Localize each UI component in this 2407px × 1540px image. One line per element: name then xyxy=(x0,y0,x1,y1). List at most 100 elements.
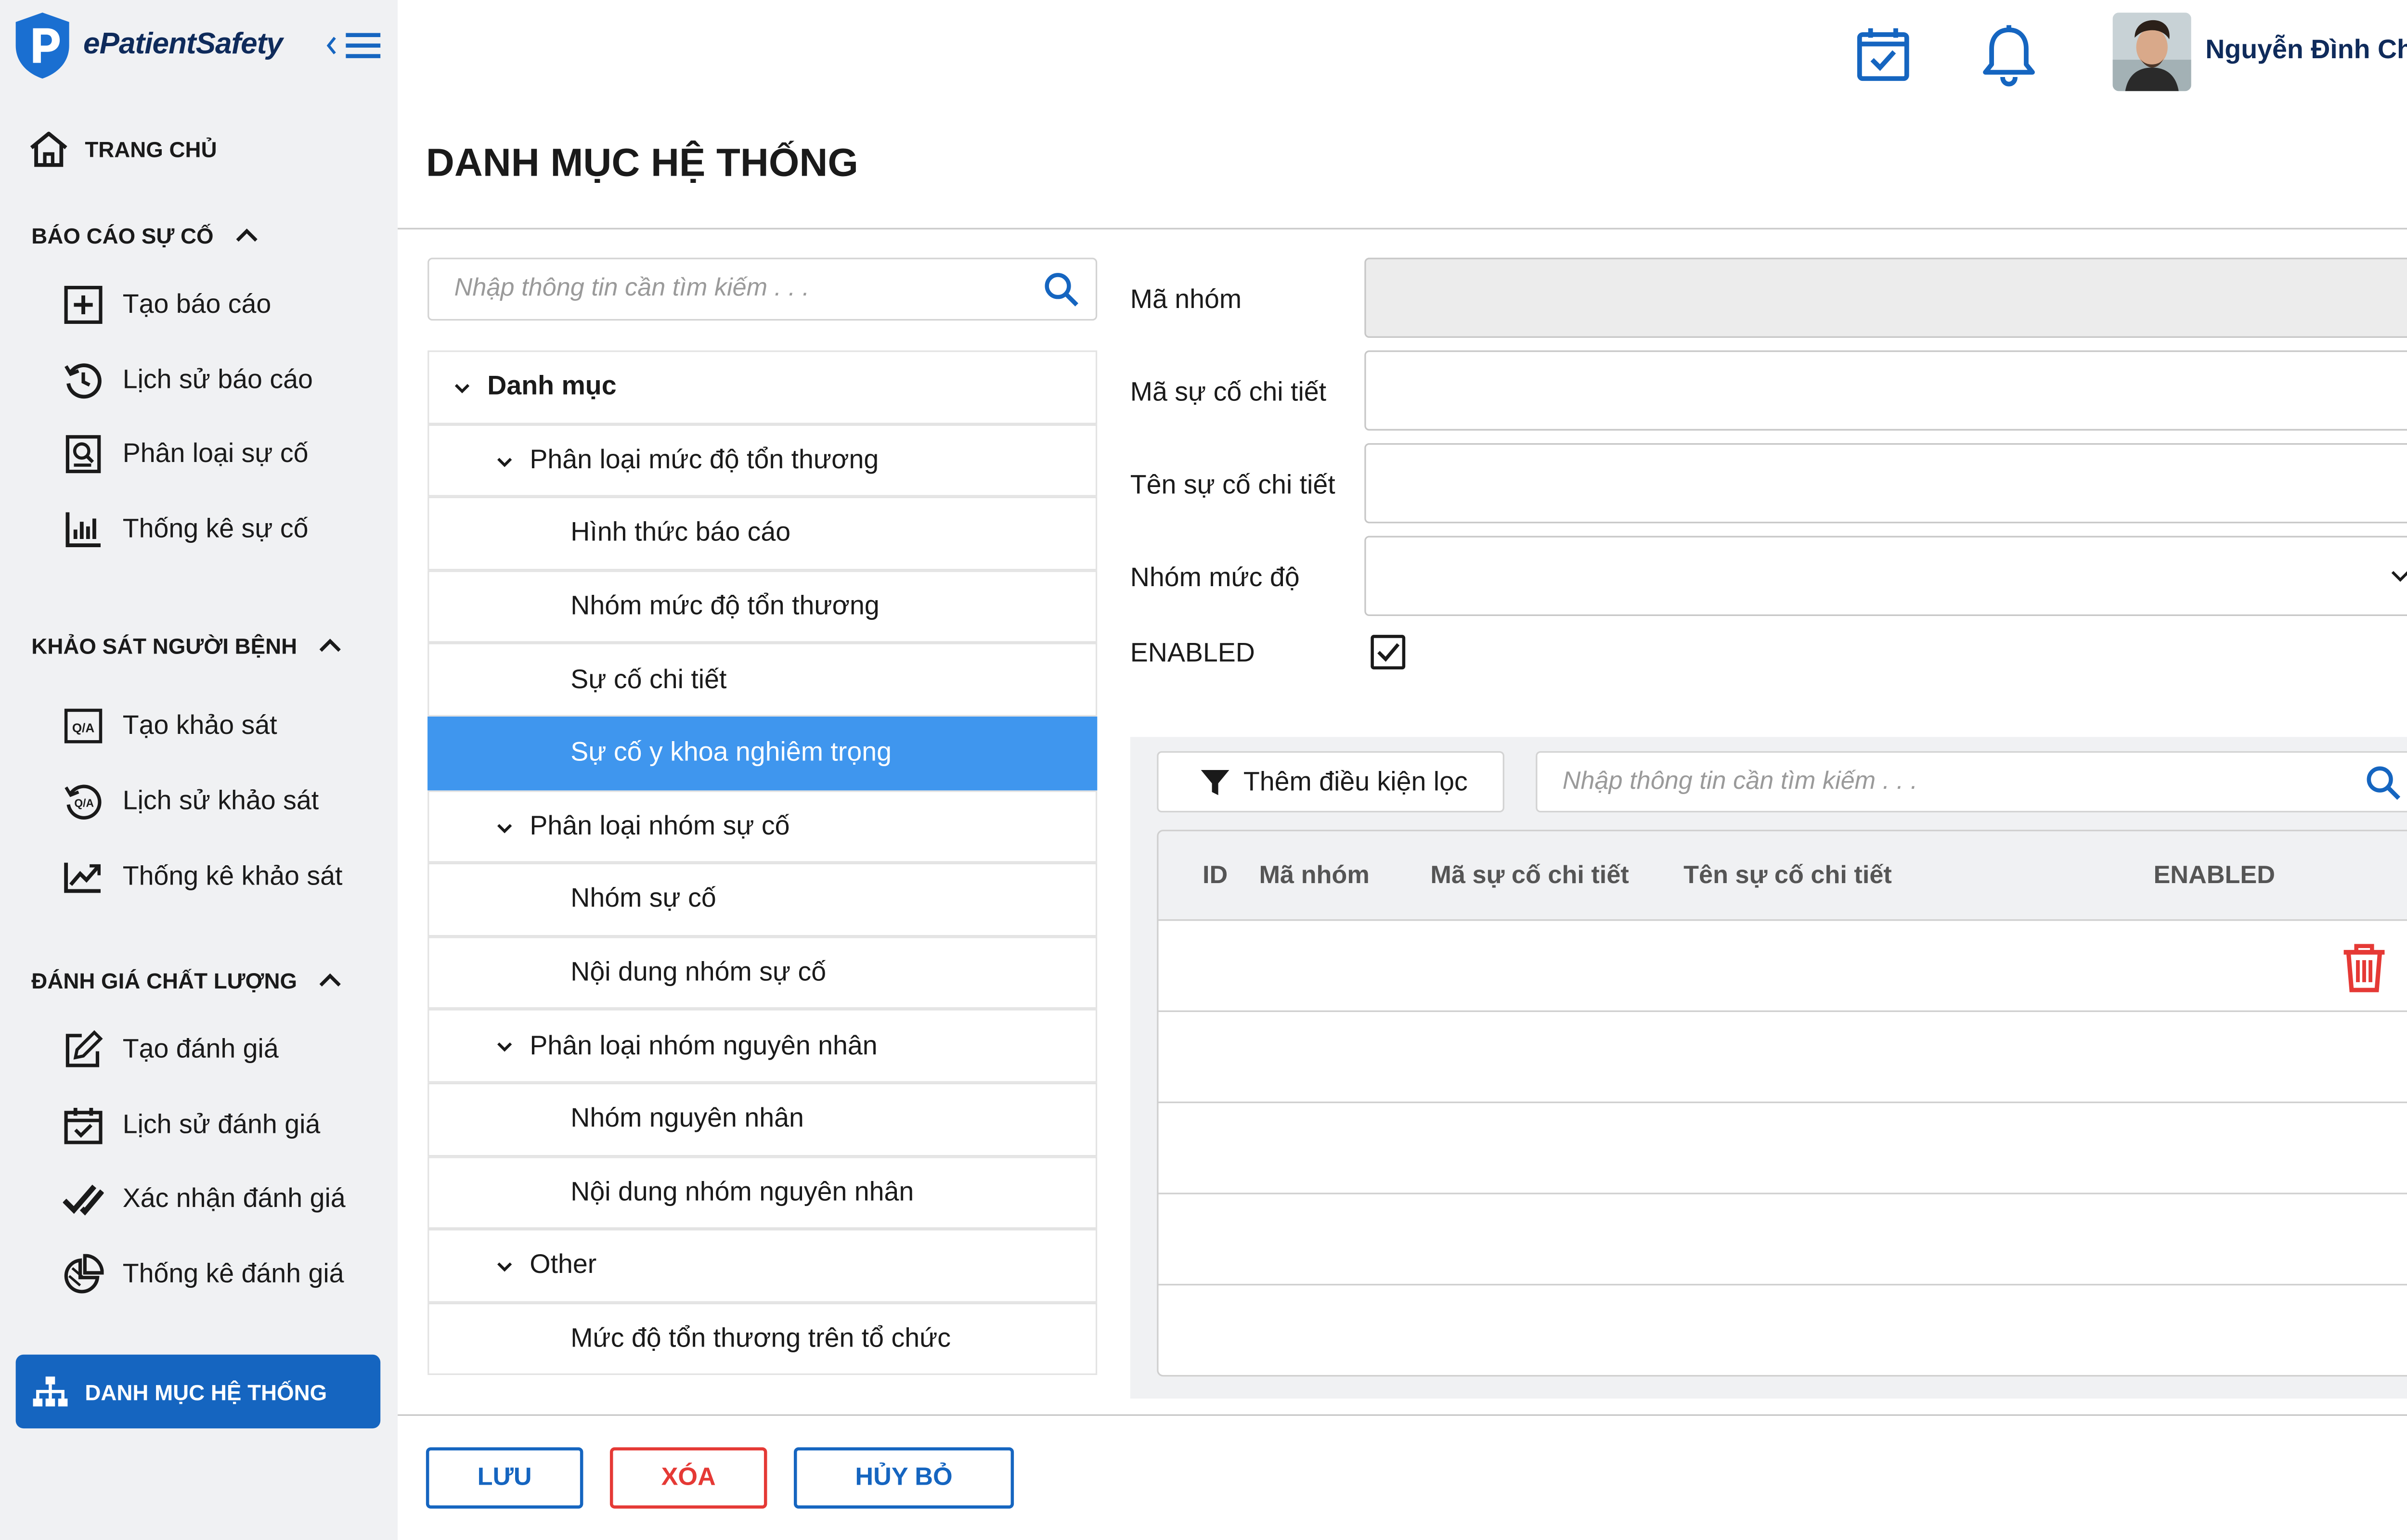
severity-group-select[interactable] xyxy=(1364,536,2407,616)
menu-collapse-icon[interactable] xyxy=(324,28,387,63)
table-row[interactable] xyxy=(1158,1103,2407,1194)
sidebar-item-survey-stats[interactable]: Thống kê khảo sát xyxy=(63,853,343,900)
section-incident-reports[interactable]: BÁO CÁO SỰ CỐ xyxy=(31,223,258,248)
severity-group-label: Nhóm mức độ xyxy=(1130,562,1300,593)
sidebar-item-system-catalog[interactable]: DANH MỤC HỆ THỐNG xyxy=(15,1354,381,1429)
table-header: ID Mã nhóm Mã sự cố chi tiết Tên sự cố c… xyxy=(1158,831,2407,921)
grid-search-input[interactable] xyxy=(1562,768,2365,796)
save-button[interactable]: LƯU xyxy=(426,1447,583,1509)
tree-node-label: Sự cố y khoa nghiêm trọng xyxy=(570,737,892,768)
sidebar-item-label: Tạo đánh giá xyxy=(122,1034,279,1064)
col-id[interactable]: ID xyxy=(1203,863,1228,891)
sidebar-item-incident-classify[interactable]: Phân loại sự cố xyxy=(63,431,309,478)
table-body xyxy=(1158,921,2407,1375)
table-row[interactable] xyxy=(1158,1012,2407,1104)
tree-node[interactable]: Danh mục xyxy=(427,350,1098,424)
sidebar-item-survey-history[interactable]: Q/A Lịch sử khảo sát xyxy=(63,778,319,825)
data-table: ID Mã nhóm Mã sự cố chi tiết Tên sự cố c… xyxy=(1157,830,2407,1377)
tree-node[interactable]: Other xyxy=(427,1229,1098,1303)
table-row[interactable] xyxy=(1158,1194,2407,1286)
avatar[interactable] xyxy=(2112,13,2191,91)
tree-node-label: Nội dung nhóm nguyên nhân xyxy=(570,1177,914,1207)
sidebar-item-label: DANH MỤC HỆ THỐNG xyxy=(85,1379,327,1404)
section-patient-survey[interactable]: KHẢO SÁT NGƯỜI BỆNH xyxy=(31,633,341,658)
tree-node-label: Mức độ tổn thương trên tổ chức xyxy=(570,1323,951,1353)
tree-search-input[interactable] xyxy=(454,275,1042,304)
sidebar-item-label: Xác nhận đánh giá xyxy=(122,1183,346,1213)
search-icon[interactable] xyxy=(1042,270,1080,308)
tree-node[interactable]: Hình thức báo cáo xyxy=(427,497,1098,570)
table-row[interactable] xyxy=(1159,1285,2407,1375)
sidebar-item-label: Lịch sử đánh giá xyxy=(122,1109,321,1140)
tree-node[interactable]: Nhóm sự cố xyxy=(427,863,1098,937)
tree-node[interactable]: Nội dung nhóm sự cố xyxy=(427,936,1098,1010)
table-row[interactable] xyxy=(1158,921,2407,1012)
tree-node[interactable]: Phân loại nhóm sự cố xyxy=(427,790,1098,863)
tree-node-label: Phân loại nhóm nguyên nhân xyxy=(530,1030,878,1060)
detail-code-field[interactable] xyxy=(1364,350,2407,431)
chevron-down-icon[interactable] xyxy=(495,818,514,837)
tree-node-label: Nhóm sự cố xyxy=(570,884,716,914)
cancel-button[interactable]: HỦY BỎ xyxy=(793,1447,1014,1509)
sidebar-item-assessment-history[interactable]: Lịch sử đánh giá xyxy=(63,1102,321,1149)
bell-icon[interactable] xyxy=(1980,24,2037,87)
sidebar-item-label: Thống kê khảo sát xyxy=(122,861,343,891)
tree-node[interactable]: Phân loại mức độ tổn thương xyxy=(427,424,1098,497)
qa-icon: Q/A xyxy=(63,706,104,746)
add-filter-button[interactable]: Thêm điều kiện lọc xyxy=(1157,751,1504,813)
sidebar-item-create-assessment[interactable]: Tạo đánh giá xyxy=(63,1026,279,1073)
svg-text:Q/A: Q/A xyxy=(74,797,94,809)
sidebar: ePatientSafety TRANG CHỦ BÁO CÁO SỰ CỐ T… xyxy=(0,0,398,1540)
brand[interactable]: ePatientSafety xyxy=(13,10,283,82)
group-code-field xyxy=(1364,257,2407,338)
chevron-down-icon xyxy=(2391,571,2407,582)
chevron-down-icon[interactable] xyxy=(495,1038,514,1056)
col-detail-name[interactable]: Tên sự cố chi tiết xyxy=(1683,863,1892,891)
grid-search xyxy=(1536,751,2407,813)
col-group-code[interactable]: Mã nhóm xyxy=(1259,863,1370,891)
sidebar-item-create-report[interactable]: Tạo báo cáo xyxy=(63,281,272,328)
tree-node[interactable]: Nội dung nhóm nguyên nhân xyxy=(427,1155,1098,1229)
tree-node[interactable]: Sự cố y khoa nghiêm trọng xyxy=(427,716,1098,790)
tree-node-label: Nhóm nguyên nhân xyxy=(570,1104,804,1134)
col-detail-code[interactable]: Mã sự cố chi tiết xyxy=(1430,863,1629,891)
detail-code-label: Mã sự cố chi tiết xyxy=(1130,377,1327,407)
sidebar-item-label: Tạo khảo sát xyxy=(122,710,277,740)
chevron-down-icon[interactable] xyxy=(453,379,471,398)
calendar-check-icon[interactable] xyxy=(1855,25,1912,82)
col-enabled[interactable]: ENABLED xyxy=(2153,863,2275,891)
sidebar-item-create-survey[interactable]: Q/A Tạo khảo sát xyxy=(63,703,277,750)
filter-icon xyxy=(1201,769,1229,795)
sidebar-item-report-history[interactable]: Lịch sử báo cáo xyxy=(63,357,313,404)
brand-name: ePatientSafety xyxy=(83,28,283,62)
tree-node-label: Danh mục xyxy=(487,371,617,401)
user-name[interactable]: Nguyễn Đình Chiện xyxy=(2205,35,2407,66)
nav-home-label: TRANG CHỦ xyxy=(85,137,217,162)
svg-text:Q/A: Q/A xyxy=(72,721,95,735)
section-quality-assessment[interactable]: ĐÁNH GIÁ CHẤT LƯỢNG xyxy=(31,968,341,993)
tree-node[interactable]: Phân loại nhóm nguyên nhân xyxy=(427,1009,1098,1083)
edit-icon xyxy=(63,1029,104,1070)
sidebar-item-incident-stats[interactable]: Thống kê sự cố xyxy=(63,506,309,553)
tree-node-label: Other xyxy=(530,1250,597,1280)
tree-node[interactable]: Nhóm mức độ tổn thương xyxy=(427,570,1098,643)
detail-name-field[interactable] xyxy=(1364,443,2407,524)
sidebar-item-assessment-stats[interactable]: Thống kê đánh giá xyxy=(63,1251,344,1298)
search-icon[interactable] xyxy=(2364,763,2402,800)
tree-node[interactable]: Mức độ tổn thương trên tổ chức xyxy=(427,1302,1098,1376)
sidebar-item-confirm-assessment[interactable]: Xác nhận đánh giá xyxy=(63,1175,346,1222)
tree-node-label: Phân loại nhóm sự cố xyxy=(530,810,790,841)
tree-node-label: Sự cố chi tiết xyxy=(570,664,727,694)
delete-button[interactable]: XÓA xyxy=(609,1447,767,1509)
tree-node[interactable]: Nhóm nguyên nhân xyxy=(427,1082,1098,1156)
sidebar-item-label: Lịch sử khảo sát xyxy=(122,785,319,816)
shield-logo-icon xyxy=(15,13,69,79)
bar-chart-icon xyxy=(63,509,104,550)
tree-node[interactable]: Sự cố chi tiết xyxy=(427,643,1098,717)
nav-home[interactable]: TRANG CHỦ xyxy=(28,126,217,173)
chevron-down-icon[interactable] xyxy=(495,1258,514,1276)
chevron-down-icon[interactable] xyxy=(495,452,514,471)
trash-icon[interactable] xyxy=(2341,943,2388,993)
footer-divider xyxy=(398,1414,2407,1416)
enabled-checkbox[interactable] xyxy=(1371,635,1406,670)
